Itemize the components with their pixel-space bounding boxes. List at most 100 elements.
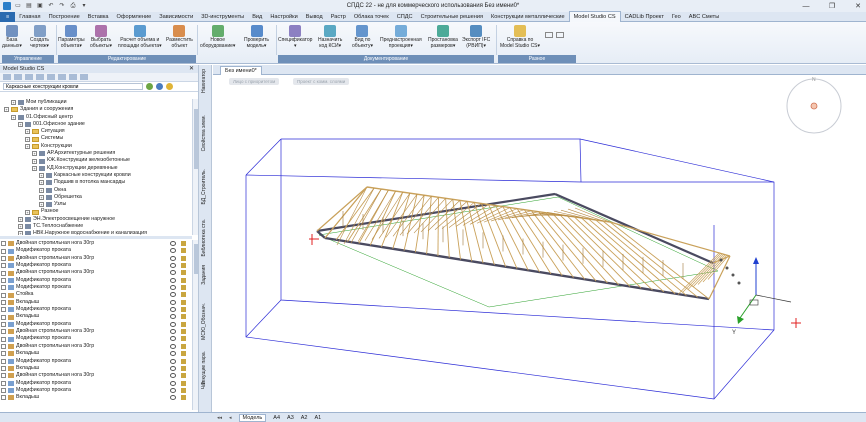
expand-icon[interactable] [1,336,6,342]
side-tab[interactable]: Библиотека ста. [201,219,210,256]
list-item[interactable]: Двойная стропильная нога 30гр [0,372,194,379]
eye-icon[interactable] [170,307,176,313]
ribbon-button-11[interactable]: Преднастроенная проекция▾ [380,25,422,49]
eye-icon[interactable] [170,314,176,320]
tree-item[interactable]: + Разное [0,208,192,215]
expand-icon[interactable] [1,270,6,276]
layout-tab[interactable]: A3 [287,415,294,421]
lock-icon[interactable] [181,255,186,261]
lock-icon[interactable] [181,343,186,349]
expand-icon[interactable] [1,358,6,364]
lock-icon[interactable] [181,292,186,298]
expand-icon[interactable] [1,366,6,372]
lock-icon[interactable] [181,351,186,357]
list-item[interactable]: Модификатор проката [0,335,194,342]
eye-icon[interactable] [170,351,176,357]
expand-icon[interactable]: + [25,143,30,149]
expand-icon[interactable] [1,277,6,283]
expand-icon[interactable]: + [18,122,23,128]
tab-2[interactable]: Вставка [84,12,113,22]
expand-icon[interactable]: + [4,107,9,113]
toolbar-export-icon[interactable] [69,74,77,80]
expand-icon[interactable]: + [25,136,30,142]
tab-8[interactable]: Вывод [302,12,327,22]
list-item[interactable]: Двойная стропильная нога 30гр [0,328,194,335]
tree-item[interactable]: + ЭН.Электроосвещение наружное [0,216,192,223]
side-tab[interactable]: МСЮ_Обознач. [201,303,210,340]
layout-tab[interactable]: A1 [315,415,322,421]
list-item[interactable]: Двойная стропильная нога 30гр [0,240,194,247]
lock-icon[interactable] [181,329,186,335]
expand-icon[interactable]: + [11,114,16,120]
ribbon-button-6[interactable]: Новое оборудование▾ [200,25,235,49]
list-item[interactable]: Двойная стропильная нога 30гр [0,269,194,276]
ribbon-button-9[interactable]: Назначить код КСИ▾ [318,25,342,49]
lock-icon[interactable] [181,285,186,291]
tab-7[interactable]: Настройки [266,12,301,22]
lock-icon[interactable] [181,270,186,276]
list-item[interactable]: Вкладыш [0,394,194,400]
eye-icon[interactable] [170,395,176,400]
panel-splitter[interactable] [0,236,192,239]
tab-1[interactable]: Построение [45,12,84,22]
lock-icon[interactable] [181,307,186,313]
toolbar-view-icon[interactable] [36,74,44,80]
expand-icon[interactable]: + [32,158,37,164]
expand-icon[interactable] [1,299,6,305]
new-file-icon[interactable]: ▭ [14,2,22,10]
tab-3[interactable]: Оформление [113,12,156,22]
toolbar-filter-icon[interactable] [14,74,22,80]
lock-icon[interactable] [181,387,186,393]
ribbon-button-10[interactable]: Вид по объекту▾ [352,25,373,49]
tree-item[interactable]: +001.Офисное здание [0,121,192,128]
list-item[interactable]: Вкладыш [0,313,194,320]
expand-icon[interactable]: + [18,216,23,222]
print-icon[interactable]: ⎙ [69,2,77,10]
expand-icon[interactable]: + [18,224,23,230]
tab-12[interactable]: Строительные решения [417,12,487,22]
toolbar-tree-icon[interactable] [3,74,11,80]
save-icon[interactable]: ▣ [36,2,44,10]
eye-icon[interactable] [170,263,176,269]
ribbon-button-14[interactable]: Справка по Model Studio CS▾ [500,25,540,49]
lock-icon[interactable] [181,241,186,246]
list-item[interactable]: Модификатор проката [0,387,194,394]
lock-icon[interactable] [181,321,186,327]
list-item[interactable]: Двойная стропильная нога 30гр [0,343,194,350]
maximize-icon[interactable]: ❐ [828,2,836,10]
eye-icon[interactable] [170,365,176,371]
list-item[interactable]: Вкладыш [0,299,194,306]
tree-scrollbar[interactable] [192,99,198,235]
eye-icon[interactable] [170,329,176,335]
lock-icon[interactable] [181,373,186,379]
expand-icon[interactable] [1,285,6,291]
lock-icon[interactable] [181,336,186,342]
lock-icon[interactable] [181,248,186,254]
expand-icon[interactable]: + [39,195,44,200]
side-tab[interactable]: Чат [201,381,210,389]
side-tab[interactable]: Текущие пара. [201,351,210,385]
eye-icon[interactable] [170,292,176,298]
toolbar-settings-icon[interactable] [58,74,66,80]
expand-icon[interactable] [1,343,6,349]
tab-4[interactable]: Зависимости [155,12,197,22]
lock-icon[interactable] [181,358,186,364]
tree-item[interactable]: + Обрешетка [0,194,192,201]
tree-item[interactable]: + Здания и сооружения [0,106,192,113]
expand-icon[interactable] [1,395,6,400]
expand-icon[interactable] [1,314,6,320]
tab-14[interactable]: Model Studio CS [568,11,621,22]
tab-13[interactable]: Конструкции металлические [487,12,569,22]
tab-16[interactable]: Гео [668,12,685,22]
side-tab[interactable]: Задания [201,265,210,285]
tree-item[interactable]: + Подшив в потолка мансарды [0,179,192,186]
expand-icon[interactable]: + [18,231,23,235]
tree-item[interactable]: + Конструкции [0,143,192,150]
ribbon-button-2[interactable]: Параметры объекта▾ [58,25,85,49]
list-item[interactable]: Модификатор проката [0,380,194,387]
expand-icon[interactable]: + [32,151,37,157]
chevron-down-icon[interactable] [556,32,564,38]
eye-icon[interactable] [170,299,176,305]
expand-icon[interactable] [1,351,6,357]
lock-icon[interactable] [181,380,186,386]
